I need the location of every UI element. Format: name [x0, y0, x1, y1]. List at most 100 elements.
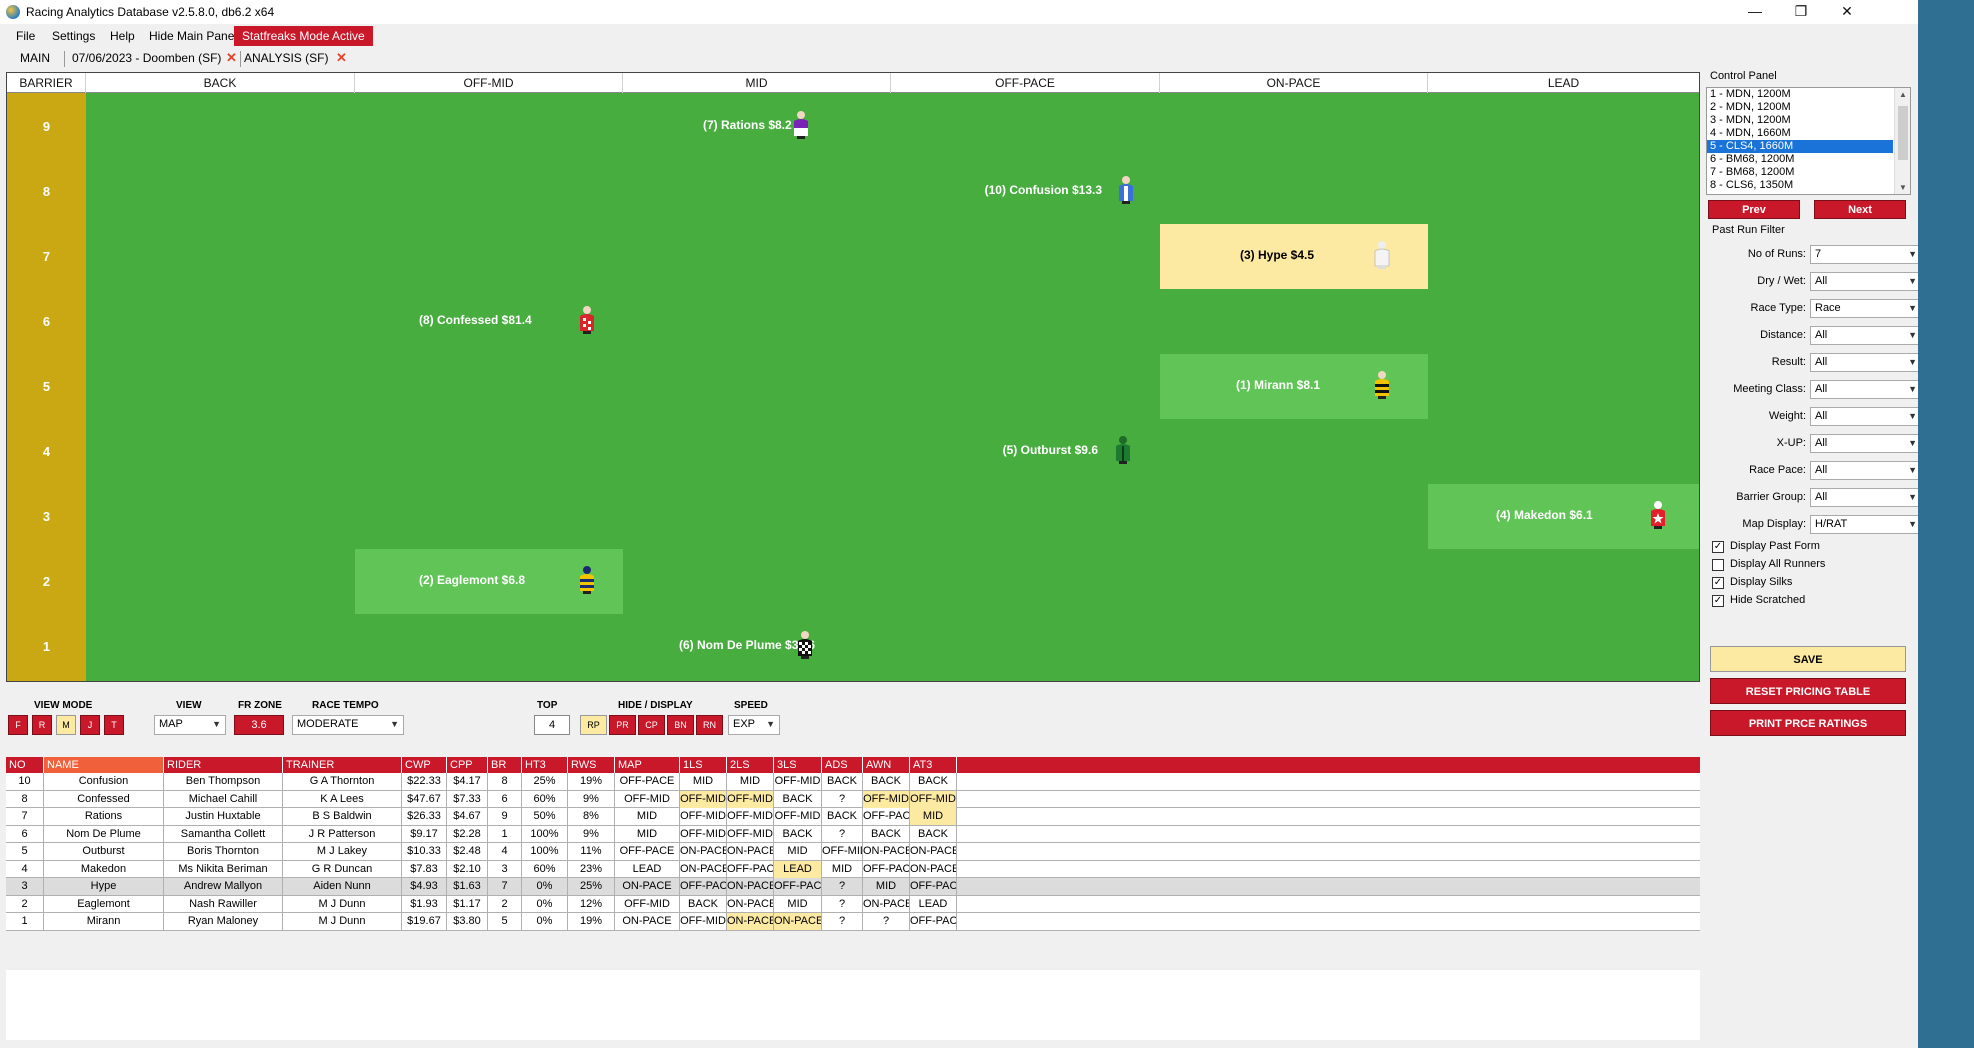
race-list-item[interactable]: 2 - MDN, 1200M	[1707, 101, 1893, 114]
cell-name[interactable]: Hype	[44, 878, 164, 895]
cell-br[interactable]: 4	[488, 843, 522, 860]
cell-1ls[interactable]: OFF-MID	[680, 790, 727, 808]
column-header-rider[interactable]: RIDER	[164, 757, 283, 773]
tab-analysis[interactable]: ANALYSIS (SF)	[240, 49, 328, 68]
race-tempo-select[interactable]: MODERATE ▼	[292, 715, 404, 735]
toggle-rn-button[interactable]: RN	[696, 715, 723, 735]
race-list-item[interactable]: 3 - MDN, 1200M	[1707, 114, 1893, 127]
cell-cwp[interactable]: $26.33	[402, 808, 447, 825]
cell-ads[interactable]: OFF-MID	[822, 843, 863, 860]
cell-at3[interactable]: OFF-PACE	[910, 913, 957, 930]
cell-rider[interactable]: Boris Thornton	[164, 843, 283, 860]
runner-confessed[interactable]: (8) Confessed $81.4	[355, 289, 623, 354]
table-row[interactable]: 6 Nom De Plume Samantha Collett J R Patters…	[6, 825, 1700, 843]
filter-select[interactable]: All ▼	[1810, 326, 1922, 345]
menu-file[interactable]: File	[8, 26, 43, 46]
cell-3ls[interactable]: BACK	[774, 825, 822, 843]
cell-cpp[interactable]: $2.10	[447, 860, 488, 878]
cell-name[interactable]: Nom De Plume	[44, 825, 164, 843]
toggle-cp-button[interactable]: CP	[638, 715, 665, 735]
table-row[interactable]: 4 Makedon Ms Nikita Beriman G R Duncan $7.83…	[6, 860, 1700, 878]
column-header-name[interactable]: NAME	[44, 757, 164, 773]
cell-1ls[interactable]: OFF-MID	[680, 913, 727, 930]
cell-name[interactable]: Mirann	[44, 913, 164, 930]
cell-map[interactable]: MID	[615, 808, 680, 825]
column-header-cwp[interactable]: CWP	[402, 757, 447, 773]
filter-select[interactable]: All ▼	[1810, 434, 1922, 453]
runner-confusion[interactable]: (10) Confusion $13.3	[891, 159, 1160, 224]
race-list-item-selected[interactable]: 5 - CLS4, 1660M	[1707, 140, 1893, 153]
cell-trainer[interactable]: K A Lees	[283, 790, 402, 808]
column-header-awn[interactable]: AWN	[863, 757, 910, 773]
column-header-br[interactable]: BR	[488, 757, 522, 773]
column-header-2ls[interactable]: 2LS	[727, 757, 774, 773]
filter-select[interactable]: All ▼	[1810, 272, 1922, 291]
cell-at3[interactable]: ON-PACE	[910, 860, 957, 878]
race-list-item[interactable]: 1 - MDN, 1200M	[1707, 88, 1893, 101]
table-row[interactable]: 2 Eaglemont Nash Rawiller M J Dunn $1.93 $1.1…	[6, 895, 1700, 913]
cell-br[interactable]: 8	[488, 773, 522, 790]
runner-hype[interactable]: (3) Hype $4.5	[1160, 224, 1428, 289]
column-header-1ls[interactable]: 1LS	[680, 757, 727, 773]
cell-rider[interactable]: Andrew Mallyon	[164, 878, 283, 895]
cell-ads[interactable]: ?	[822, 913, 863, 930]
cell-rider[interactable]: Ms Nikita Beriman	[164, 860, 283, 878]
runner-makedon[interactable]: (4) Makedon $6.1	[1428, 484, 1699, 549]
menu-statfreaks-mode[interactable]: Statfreaks Mode Active	[234, 26, 373, 46]
cell-ht3[interactable]: 100%	[522, 825, 568, 843]
print-price-ratings-button[interactable]: PRINT PRCE RATINGS	[1710, 710, 1906, 736]
cell-ht3[interactable]: 0%	[522, 913, 568, 930]
cell-3ls[interactable]: LEAD	[774, 860, 822, 878]
close-tab-analysis-icon[interactable]: ✕	[336, 51, 347, 64]
menu-hide-main-panel[interactable]: Hide Main Panel	[141, 26, 245, 46]
cell-map[interactable]: MID	[615, 825, 680, 843]
cell-cwp[interactable]: $9.17	[402, 825, 447, 843]
cell-cwp[interactable]: $4.93	[402, 878, 447, 895]
column-header-trainer[interactable]: TRAINER	[283, 757, 402, 773]
cell-ht3[interactable]: 25%	[522, 773, 568, 790]
cell-name[interactable]: Makedon	[44, 860, 164, 878]
cell-3ls[interactable]: ON-PACE	[774, 913, 822, 930]
filter-select[interactable]: All ▼	[1810, 380, 1922, 399]
cell-trainer[interactable]: M J Dunn	[283, 895, 402, 913]
column-header-rws[interactable]: RWS	[568, 757, 615, 773]
cell-rws[interactable]: 12%	[568, 895, 615, 913]
cell-awn[interactable]: BACK	[863, 773, 910, 790]
cell-cpp[interactable]: $3.80	[447, 913, 488, 930]
fr-zone-input[interactable]: 3.6	[234, 715, 284, 735]
cell-rws[interactable]: 25%	[568, 878, 615, 895]
cell-trainer[interactable]: M J Lakey	[283, 843, 402, 860]
cell-rider[interactable]: Michael Cahill	[164, 790, 283, 808]
cell-map[interactable]: OFF-MID	[615, 790, 680, 808]
reset-pricing-table-button[interactable]: RESET PRICING TABLE	[1710, 678, 1906, 704]
cell-1ls[interactable]: BACK	[680, 895, 727, 913]
cell-map[interactable]: ON-PACE	[615, 878, 680, 895]
cell-no[interactable]: 10	[6, 773, 44, 790]
cell-ht3[interactable]: 100%	[522, 843, 568, 860]
view-mode-t-button[interactable]: T	[104, 715, 124, 735]
cell-3ls[interactable]: OFF-MID	[774, 773, 822, 790]
cell-3ls[interactable]: OFF-PACE	[774, 878, 822, 895]
cell-3ls[interactable]: MID	[774, 843, 822, 860]
cell-no[interactable]: 1	[6, 913, 44, 930]
cell-ht3[interactable]: 50%	[522, 808, 568, 825]
runner-mirann[interactable]: (1) Mirann $8.1	[1160, 354, 1428, 419]
cell-at3[interactable]: ON-PACE	[910, 843, 957, 860]
cell-awn[interactable]: OFF-PACE	[863, 808, 910, 825]
cell-ht3[interactable]: 0%	[522, 895, 568, 913]
cell-rws[interactable]: 19%	[568, 773, 615, 790]
view-mode-m-button[interactable]: M	[56, 715, 76, 735]
filter-select[interactable]: All ▼	[1810, 407, 1922, 426]
cell-ads[interactable]: MID	[822, 860, 863, 878]
cell-at3[interactable]: LEAD	[910, 895, 957, 913]
checkbox-checked-icon[interactable]: ✓	[1712, 577, 1724, 589]
menu-help[interactable]: Help	[102, 26, 143, 46]
cell-at3[interactable]: BACK	[910, 773, 957, 790]
scroll-up-icon[interactable]: ▲	[1899, 90, 1907, 99]
cell-br[interactable]: 2	[488, 895, 522, 913]
filter-select[interactable]: All ▼	[1810, 461, 1922, 480]
cell-awn[interactable]: MID	[863, 878, 910, 895]
race-list-item[interactable]: 6 - BM68, 1200M	[1707, 153, 1893, 166]
table-row[interactable]: 1 Mirann Ryan Maloney M J Dunn $19.67 $3.80 5 0…	[6, 913, 1700, 931]
cell-rws[interactable]: 9%	[568, 825, 615, 843]
